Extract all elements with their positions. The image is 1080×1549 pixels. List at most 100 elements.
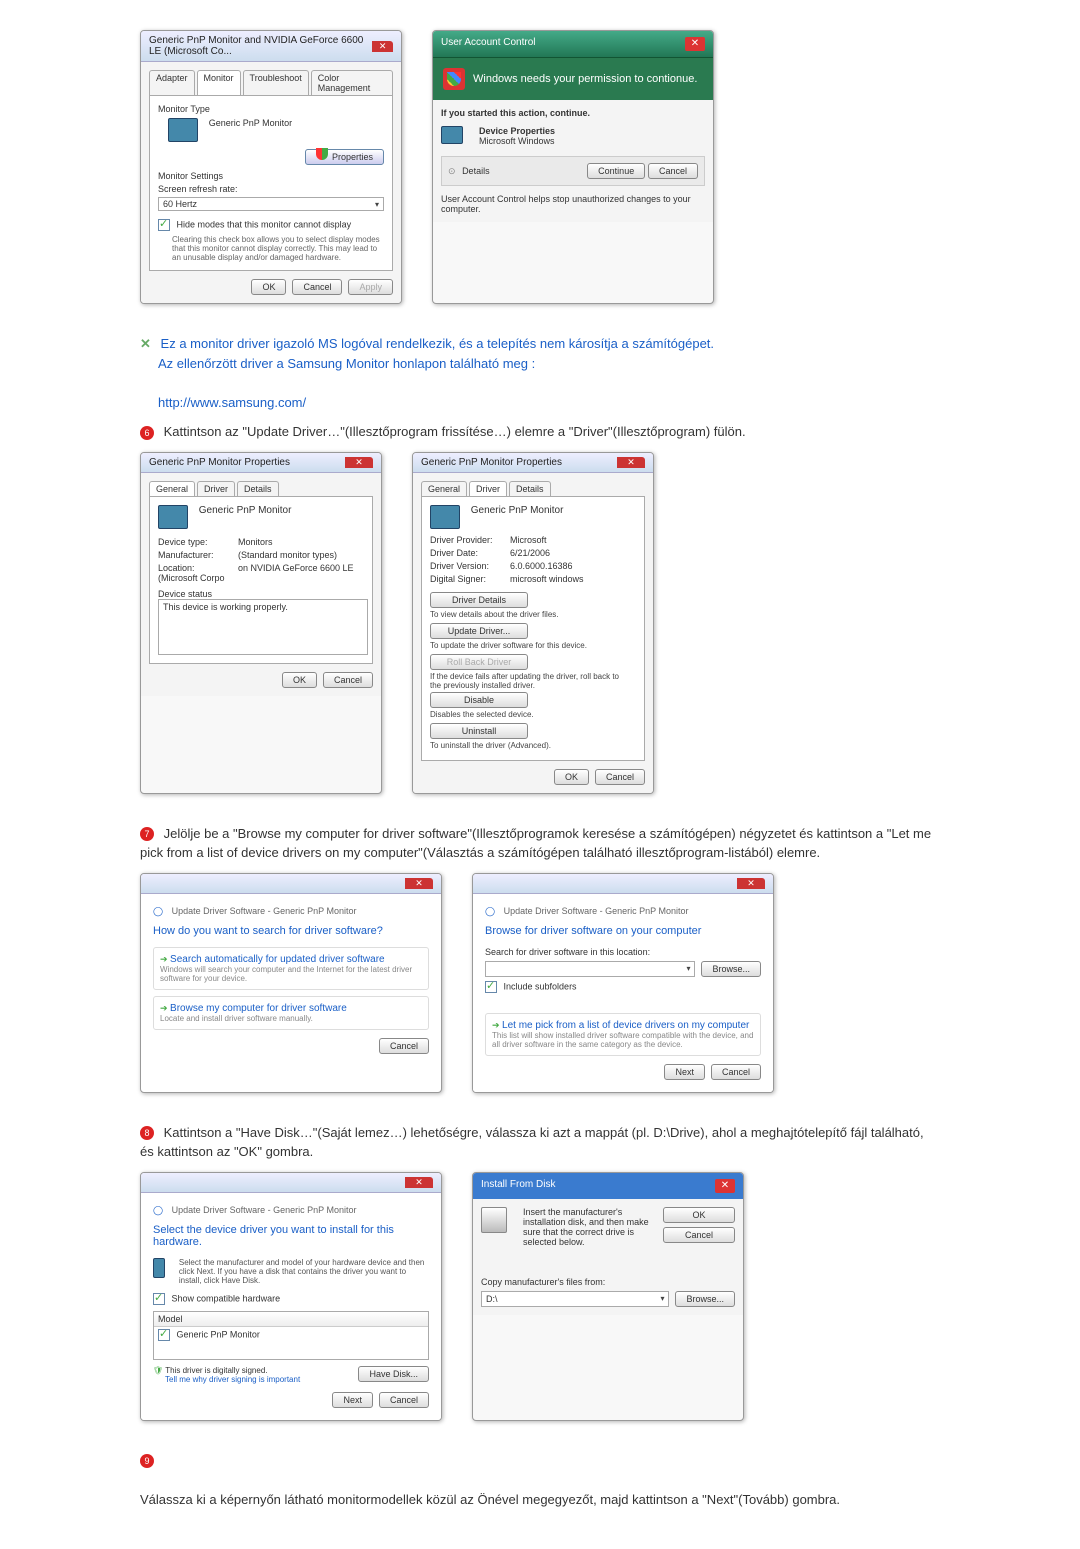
browse-button[interactable]: Browse...	[701, 961, 761, 977]
tab-monitor[interactable]: Monitor	[197, 70, 241, 95]
ok-button[interactable]: OK	[663, 1207, 735, 1223]
show-compat-label: Show compatible hardware	[172, 1293, 281, 1303]
tab-general[interactable]: General	[421, 481, 467, 496]
monitor-icon	[153, 1258, 165, 1278]
next-button[interactable]: Next	[332, 1392, 373, 1408]
info-text: ✕ Ez a monitor driver igazoló MS logóval…	[140, 334, 940, 412]
step-number: 7	[140, 827, 154, 841]
wizard-instr: Select the manufacturer and model of you…	[179, 1258, 429, 1285]
back-icon[interactable]: ◯	[153, 1205, 163, 1215]
tab-driver[interactable]: Driver	[197, 481, 235, 496]
tab-troubleshoot[interactable]: Troubleshoot	[243, 70, 309, 95]
cancel-button[interactable]: Cancel	[323, 672, 373, 688]
tab-color[interactable]: Color Management	[311, 70, 393, 95]
option-auto-search[interactable]: ➔ Search automatically for updated drive…	[153, 947, 429, 990]
details-label[interactable]: Details	[462, 166, 490, 176]
window-title: Generic PnP Monitor and NVIDIA GeForce 6…	[149, 35, 372, 57]
model-header: Model	[154, 1312, 428, 1327]
ok-button[interactable]: OK	[282, 672, 317, 688]
model-item[interactable]: Generic PnP Monitor	[177, 1329, 260, 1339]
tellme-link[interactable]: Tell me why driver signing is important	[165, 1375, 300, 1384]
have-disk-button[interactable]: Have Disk...	[358, 1366, 429, 1382]
close-icon[interactable]: ✕	[737, 878, 765, 889]
ok-button[interactable]: OK	[251, 279, 286, 295]
properties-driver-dialog: Generic PnP Monitor Properties ✕ General…	[412, 452, 654, 794]
cancel-button[interactable]: Cancel	[648, 163, 698, 179]
close-icon[interactable]: ✕	[715, 1179, 735, 1193]
hide-modes-checkbox[interactable]	[158, 219, 170, 231]
breadcrumb: Update Driver Software - Generic PnP Mon…	[504, 906, 689, 916]
cancel-button[interactable]: Cancel	[711, 1064, 761, 1080]
disk-icon	[481, 1207, 507, 1233]
disk-instr: Insert the manufacturer's installation d…	[523, 1207, 655, 1247]
cancel-button[interactable]: Cancel	[663, 1227, 735, 1243]
uac-title: User Account Control	[441, 37, 536, 51]
tab-details[interactable]: Details	[509, 481, 551, 496]
device-header: Generic PnP Monitor	[199, 505, 292, 516]
tab-driver[interactable]: Driver	[469, 481, 507, 496]
chevron-down-icon[interactable]: ⊙	[448, 166, 456, 176]
path-combo[interactable]: D:\▾	[481, 1291, 669, 1307]
step-9: 9 Válassza ki a képernyőn látható monito…	[140, 1451, 940, 1510]
titlebar: ✕	[141, 874, 441, 894]
uac-msw: Microsoft Windows	[479, 136, 555, 146]
close-icon[interactable]: ✕	[685, 37, 705, 51]
tab-general[interactable]: General	[149, 481, 195, 496]
x-icon: ✕	[140, 336, 151, 351]
close-icon[interactable]: ✕	[345, 457, 373, 468]
ok-button[interactable]: OK	[554, 769, 589, 785]
hide-modes-label: Hide modes that this monitor cannot disp…	[177, 219, 352, 229]
uac-banner: Windows needs your permission to contion…	[433, 58, 713, 100]
breadcrumb: Update Driver Software - Generic PnP Mon…	[172, 906, 357, 916]
back-icon[interactable]: ◯	[153, 906, 163, 916]
include-sub-checkbox[interactable]	[485, 981, 497, 993]
titlebar: User Account Control ✕	[433, 31, 713, 58]
include-sub-label: Include subfolders	[504, 981, 577, 991]
update-wizard-browse: ✕ ◯ Update Driver Software - Generic PnP…	[472, 873, 774, 1093]
monitor-properties-dialog: Generic PnP Monitor and NVIDIA GeForce 6…	[140, 30, 402, 304]
option-pick-from-list[interactable]: ➔ Let me pick from a list of device driv…	[485, 1013, 761, 1056]
monitor-icon	[158, 505, 188, 529]
rollback-button[interactable]: Roll Back Driver	[430, 654, 528, 670]
step-7: 7 Jelölje be a "Browse my computer for d…	[140, 824, 940, 863]
breadcrumb: Update Driver Software - Generic PnP Mon…	[172, 1205, 357, 1215]
samsung-link[interactable]: http://www.samsung.com/	[158, 395, 306, 410]
cancel-button[interactable]: Cancel	[379, 1038, 429, 1054]
chevron-down-icon: ▾	[660, 1294, 664, 1303]
cancel-button[interactable]: Cancel	[292, 279, 342, 295]
signed-icon: 🛡	[153, 1366, 163, 1375]
properties-button[interactable]: Properties	[305, 149, 384, 165]
uninstall-button[interactable]: Uninstall	[430, 723, 528, 739]
option-browse[interactable]: ➔ Browse my computer for driver software…	[153, 996, 429, 1030]
copy-label: Copy manufacturer's files from:	[481, 1277, 735, 1287]
titlebar: Install From Disk ✕	[473, 1173, 743, 1199]
model-checkbox[interactable]	[158, 1329, 170, 1341]
next-button[interactable]: Next	[664, 1064, 705, 1080]
device-icon	[441, 126, 463, 144]
close-icon[interactable]: ✕	[372, 41, 393, 52]
refresh-rate-combo[interactable]: 60 Hertz▾	[158, 197, 384, 211]
driver-details-button[interactable]: Driver Details	[430, 592, 528, 608]
monitor-name: Generic PnP Monitor	[209, 118, 292, 128]
update-wizard-select-driver: ✕ ◯ Update Driver Software - Generic PnP…	[140, 1172, 442, 1421]
shield-icon	[316, 148, 328, 160]
show-compat-checkbox[interactable]	[153, 1293, 165, 1305]
step-number: 6	[140, 426, 154, 440]
close-icon[interactable]: ✕	[405, 1177, 433, 1188]
apply-button[interactable]: Apply	[348, 279, 393, 295]
close-icon[interactable]: ✕	[617, 457, 645, 468]
tab-adapter[interactable]: Adapter	[149, 70, 195, 95]
close-icon[interactable]: ✕	[405, 878, 433, 889]
cancel-button[interactable]: Cancel	[595, 769, 645, 785]
continue-button[interactable]: Continue	[587, 163, 645, 179]
cancel-button[interactable]: Cancel	[379, 1392, 429, 1408]
signed-text: This driver is digitally signed.	[165, 1366, 267, 1375]
disable-button[interactable]: Disable	[430, 692, 528, 708]
titlebar: ✕	[473, 874, 773, 894]
browse-button[interactable]: Browse...	[675, 1291, 735, 1307]
tab-details[interactable]: Details	[237, 481, 279, 496]
update-driver-button[interactable]: Update Driver...	[430, 623, 528, 639]
back-icon[interactable]: ◯	[485, 906, 495, 916]
location-combo[interactable]: ▾	[485, 961, 695, 977]
tabs: Adapter Monitor Troubleshoot Color Manag…	[149, 70, 393, 95]
